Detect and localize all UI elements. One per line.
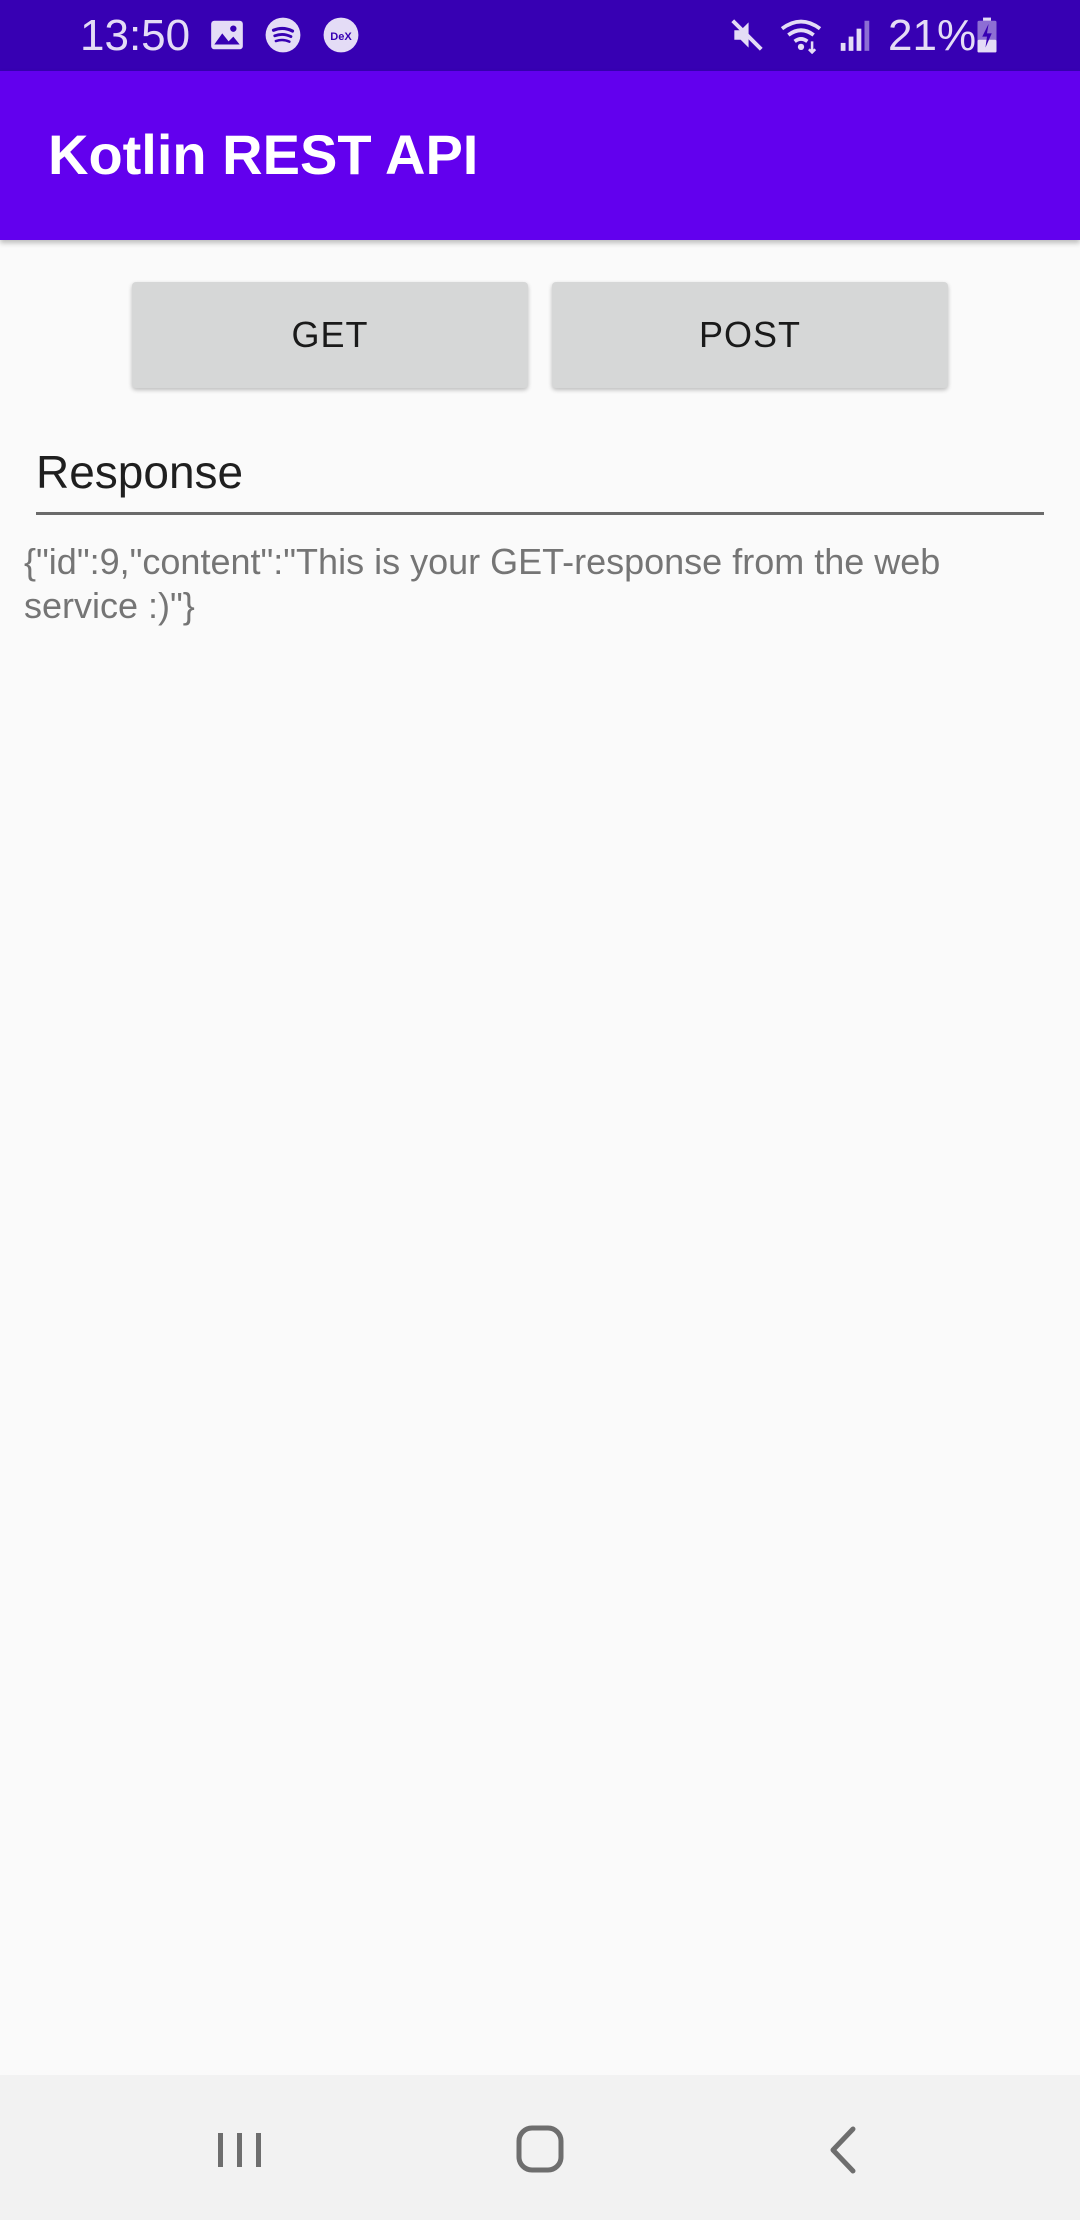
response-output: {"id":9,"content":"This is your GET-resp…	[24, 541, 941, 626]
dex-icon: DeX	[323, 17, 359, 53]
home-icon[interactable]	[500, 2115, 580, 2185]
signal-icon	[840, 20, 870, 51]
spotify-icon	[265, 17, 301, 53]
battery-percent: 21%	[888, 11, 977, 60]
response-field[interactable]: Response	[36, 440, 1044, 515]
response-field-value: Response	[36, 446, 244, 498]
status-time: 13:50	[80, 11, 191, 60]
recents-icon[interactable]	[200, 2115, 280, 2185]
status-bar: 13:50 DeX 21%	[0, 0, 1080, 71]
image-icon	[211, 20, 243, 50]
back-icon[interactable]	[803, 2115, 883, 2185]
post-button[interactable]: POST	[552, 282, 948, 388]
get-button[interactable]: GET	[132, 282, 528, 388]
mute-icon	[731, 19, 763, 51]
app-bar: Kotlin REST API	[0, 71, 1080, 240]
app-title: Kotlin REST API	[48, 123, 479, 186]
nav-bar	[0, 2075, 1080, 2220]
wifi-icon	[780, 19, 822, 54]
svg-text:DeX: DeX	[330, 31, 352, 43]
battery-charging-icon	[977, 17, 997, 53]
